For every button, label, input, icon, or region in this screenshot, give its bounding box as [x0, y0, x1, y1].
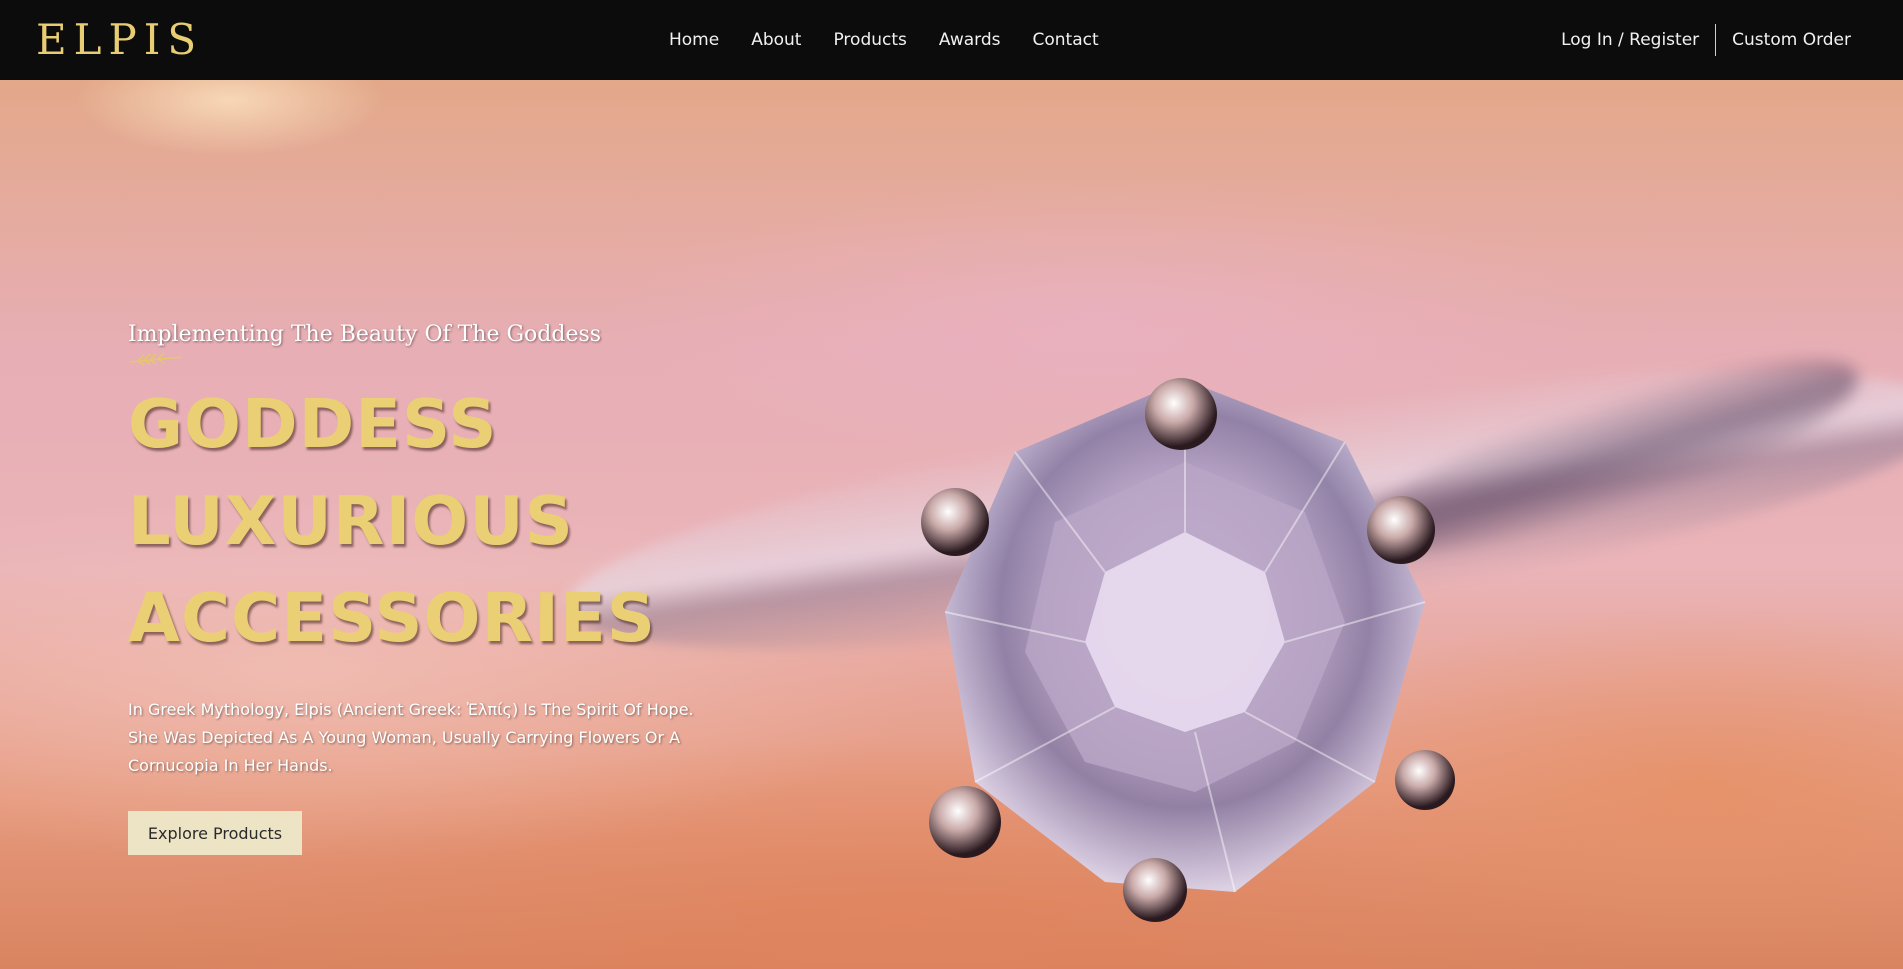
- login-register-link[interactable]: Log In / Register: [1545, 30, 1715, 50]
- nav-contact-link[interactable]: Contact: [1032, 30, 1098, 50]
- hero-description: In Greek Mythology, Elpis (Ancient Greek…: [128, 700, 694, 775]
- account-nav: Log In / Register Custom Order: [1545, 0, 1855, 80]
- hero-section: Implementing The Beauty Of The Goddess G…: [0, 80, 1903, 969]
- diamond-ring-image: [921, 378, 1455, 922]
- hero-title-line: ACCESSORIES: [128, 579, 656, 657]
- hero-subtitle: Implementing The Beauty Of The Goddess: [128, 322, 602, 347]
- nav-products-link[interactable]: Products: [833, 30, 906, 50]
- nav-awards-link[interactable]: Awards: [939, 30, 1001, 50]
- hero-title-line: LUXURIOUS: [128, 482, 574, 560]
- logo[interactable]: ELPIS: [36, 18, 203, 62]
- explore-products-button[interactable]: Explore Products: [128, 811, 302, 855]
- laurel-icon: [129, 352, 183, 366]
- hero-title: GODDESS LUXURIOUS ACCESSORIES: [128, 376, 656, 667]
- custom-order-link[interactable]: Custom Order: [1716, 30, 1855, 50]
- hero-title-line: GODDESS: [128, 385, 498, 463]
- main-nav: Home About Products Awards Contact: [669, 0, 1099, 80]
- nav-home-link[interactable]: Home: [669, 30, 719, 50]
- nav-about-link[interactable]: About: [751, 30, 801, 50]
- top-navbar: ELPIS Home About Products Awards Contact…: [0, 0, 1903, 80]
